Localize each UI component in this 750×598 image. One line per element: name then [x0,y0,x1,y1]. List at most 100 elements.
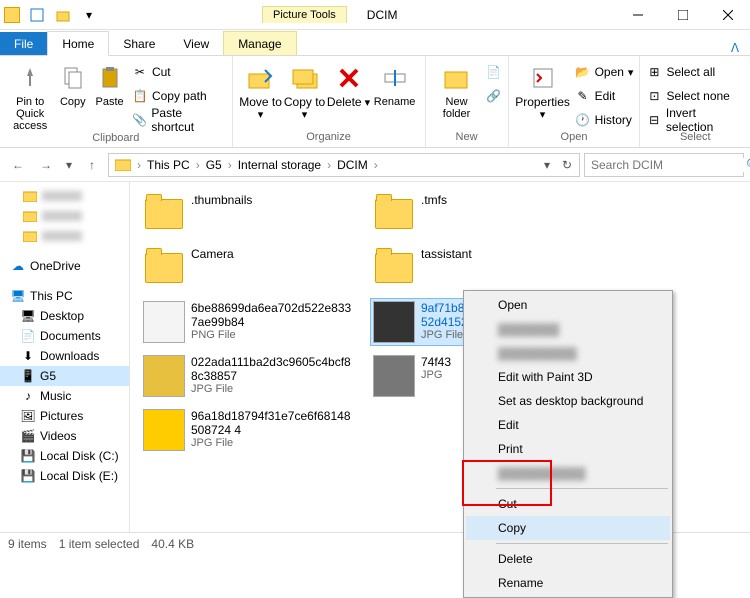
invert-selection-button[interactable]: ⊟Invert selection [646,110,744,130]
open-button[interactable]: 📂Open ▾ [575,62,634,82]
nav-g5[interactable]: 📱G5 [0,366,129,386]
folder-item[interactable]: .tmfs [370,190,590,238]
close-button[interactable] [705,0,750,30]
search-input[interactable] [591,158,746,172]
select-none-button[interactable]: ⊡Select none [646,86,744,106]
cm-blurred-2[interactable]: ▓▓▓▓▓▓▓▓▓ [466,341,670,365]
copy-button[interactable]: Copy [54,58,91,108]
history-button[interactable]: 🕐History [575,110,634,130]
copy-to-button[interactable]: Copy to ▾ [283,58,327,121]
new-item-button[interactable]: 📄 [486,62,502,82]
open-icon: 📂 [575,64,591,80]
cm-separator [496,543,668,544]
crumb-g5[interactable]: G5 [202,158,226,172]
paste-icon [94,62,126,94]
nav-videos[interactable]: 🎬Videos [0,426,129,446]
qat-newfolder[interactable] [52,4,74,26]
crumb-internal[interactable]: Internal storage [234,158,325,172]
cm-copy[interactable]: Copy [466,516,670,540]
crumb-dcim[interactable]: DCIM [333,158,372,172]
edit-icon: ✎ [575,88,591,104]
app-icon [4,7,20,23]
image-thumbnail [143,301,185,343]
nav-localdisk-c[interactable]: 💾Local Disk (C:) [0,446,129,466]
cut-button[interactable]: ✂Cut [132,62,226,82]
cm-blurred-3[interactable]: ▓▓▓▓▓▓▓▓▓▓ [466,461,670,485]
navigation-bar: ← → ▾ ↑ › This PC› G5› Internal storage›… [0,148,750,182]
recent-dropdown[interactable]: ▾ [62,153,76,177]
copy-path-button[interactable]: 📋Copy path [132,86,226,106]
tab-share[interactable]: Share [109,32,169,55]
folder-item[interactable]: tassistant [370,244,590,292]
new-folder-button[interactable]: New folder [432,58,482,120]
address-dropdown[interactable]: ▾ [537,153,557,177]
minimize-button[interactable] [615,0,660,30]
qat-properties[interactable] [26,4,48,26]
cm-edit[interactable]: Edit [466,413,670,437]
properties-icon [527,62,559,94]
edit-button[interactable]: ✎Edit [575,86,634,106]
nav-desktop[interactable]: 🖥Desktop [0,306,129,326]
nav-onedrive[interactable]: ☁OneDrive [0,256,129,276]
nav-quick-folder[interactable] [0,186,129,206]
pin-icon [14,62,46,94]
qat-dropdown[interactable]: ▾ [78,4,100,26]
address-bar[interactable]: › This PC› G5› Internal storage› DCIM› ▾… [108,153,580,177]
ribbon-group-open: Properties ▾ 📂Open ▾ ✎Edit 🕐History Open [509,56,641,147]
copypath-icon: 📋 [132,88,148,104]
nav-documents[interactable]: 📄Documents [0,326,129,346]
back-button[interactable]: ← [6,153,30,177]
delete-button[interactable]: Delete ▾ [327,58,371,109]
nav-music[interactable]: ♪Music [0,386,129,406]
refresh-button[interactable]: ↻ [557,153,577,177]
copyto-icon [289,62,321,94]
window-title: DCIM [367,8,398,22]
tab-manage[interactable]: Manage [223,31,296,55]
cm-separator [496,488,668,489]
search-box[interactable]: 🔍 [584,153,744,177]
cm-cut[interactable]: Cut [466,492,670,516]
folder-icon [375,199,413,229]
cm-print[interactable]: Print [466,437,670,461]
nav-quick-folder2[interactable] [0,206,129,226]
tab-view[interactable]: View [169,32,223,55]
move-to-button[interactable]: Move to ▾ [239,58,283,121]
paste-button[interactable]: Paste [91,58,128,108]
file-item[interactable]: 96a18d18794f31e7ce6f68148508724 4JPG Fil… [140,406,360,454]
cm-delete[interactable]: Delete [466,547,670,571]
nav-downloads[interactable]: ⬇Downloads [0,346,129,366]
crumb-thispc[interactable]: This PC [143,158,194,172]
invert-icon: ⊟ [646,112,661,128]
up-button[interactable]: ↑ [80,153,104,177]
paste-shortcut-button[interactable]: 📎Paste shortcut [132,110,226,130]
ribbon-collapse[interactable]: ᐱ [720,41,750,55]
moveto-icon [245,62,277,94]
cm-blurred-1[interactable]: ▓▓▓▓▓▓▓ [466,317,670,341]
nav-quick-folder3[interactable] [0,226,129,246]
pc-icon: 🖥 [10,288,26,304]
easy-access-button[interactable]: 🔗 [486,86,502,106]
folder-item[interactable]: Camera [140,244,360,292]
tab-file[interactable]: File [0,32,47,55]
cm-edit-paint3d[interactable]: Edit with Paint 3D [466,365,670,389]
tab-home[interactable]: Home [47,31,109,56]
folder-item[interactable]: .thumbnails [140,190,360,238]
nav-pictures[interactable]: 🖼Pictures [0,406,129,426]
cm-rename[interactable]: Rename [466,571,670,595]
maximize-button[interactable] [660,0,705,30]
file-item[interactable]: 022ada111ba2d3c9605c4bcf88c38857JPG File [140,352,360,400]
cm-set-background[interactable]: Set as desktop background [466,389,670,413]
select-all-button[interactable]: ⊞Select all [646,62,744,82]
file-item[interactable]: 6be88699da6ea702d522e8337ae99b84PNG File [140,298,360,346]
pin-quick-access-button[interactable]: Pin to Quick access [6,58,54,132]
rename-button[interactable]: Rename [371,58,419,108]
nav-thispc[interactable]: 🖥This PC [0,286,129,306]
ribbon-group-new: New folder 📄 🔗 New [426,56,509,147]
forward-button[interactable]: → [34,153,58,177]
cm-open[interactable]: Open [466,293,670,317]
image-thumbnail [143,409,185,451]
status-selected: 1 item selected [59,537,140,551]
properties-button[interactable]: Properties ▾ [515,58,571,121]
nav-localdisk-e[interactable]: 💾Local Disk (E:) [0,466,129,486]
shortcut-icon: 📎 [132,112,147,128]
